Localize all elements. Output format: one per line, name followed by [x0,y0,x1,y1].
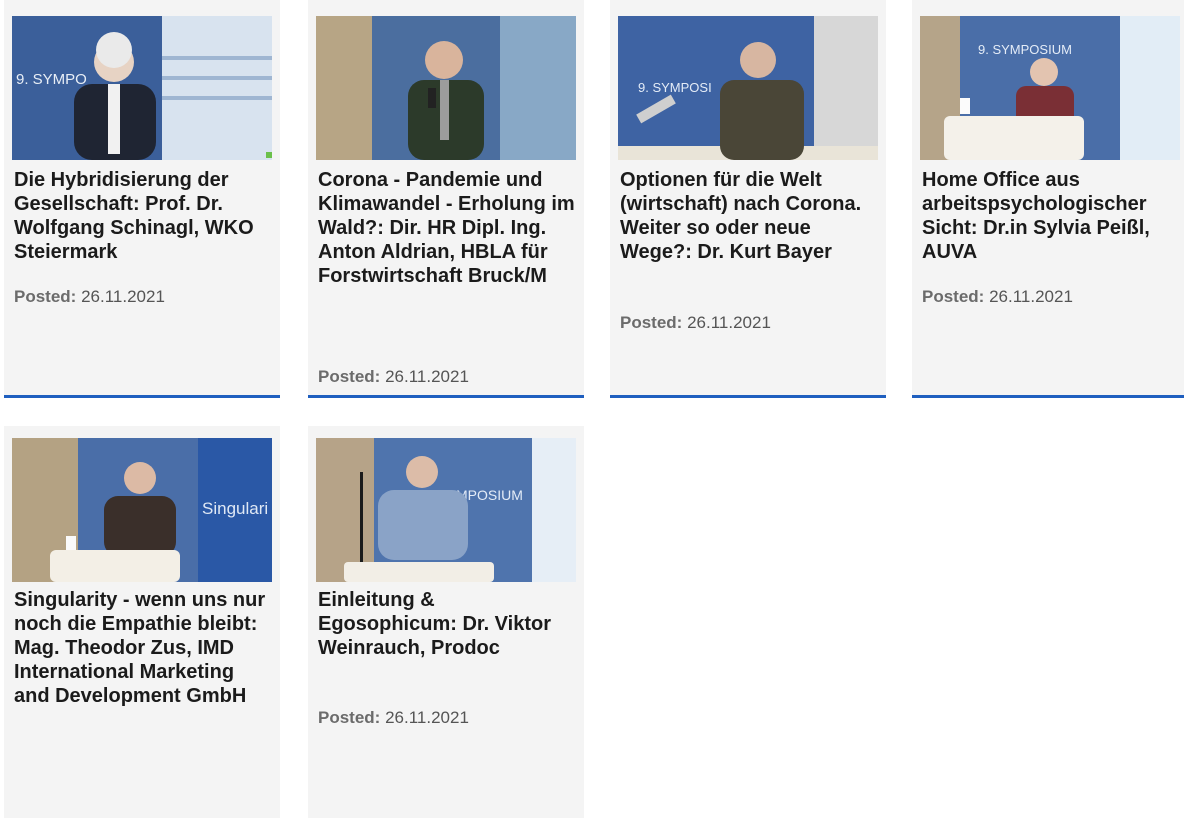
posted-info: Posted: 26.11.2021 [14,287,165,307]
svg-text:Singulari: Singulari [202,499,268,518]
posted-label: Posted: [14,287,77,306]
posted-date: 26.11.2021 [989,287,1073,306]
video-title[interactable]: Home Office aus arbeitspsychologischer S… [922,168,1180,264]
speaker-photo-icon [316,16,576,160]
video-title[interactable]: Die Hybridisierung der Gesellschaft: Pro… [14,168,272,264]
posted-info: Posted: 26.11.2021 [922,287,1073,307]
video-card[interactable]: 9. SYMPOSI Optionen für die Welt (wirtsc… [610,0,886,398]
posted-label: Posted: [922,287,985,306]
svg-text:9. SYMPOSI: 9. SYMPOSI [638,80,712,95]
posted-date: 26.11.2021 [385,708,469,727]
video-card[interactable]: MPOSIUM Einleitung & Egosophicum: Dr. Vi… [308,426,584,818]
speaker-photo-icon: MPOSIUM [316,438,576,582]
video-card[interactable]: Corona - Pandemie und Klimawandel - Erho… [308,0,584,398]
video-thumbnail[interactable]: 9. SYMPOSIUM [920,16,1180,160]
svg-text:9. SYMPO: 9. SYMPO [16,71,87,88]
posted-label: Posted: [318,367,381,386]
video-title[interactable]: Singularity - wenn uns nur noch die Empa… [14,588,272,708]
video-thumbnail[interactable]: Singulari [12,438,272,582]
video-card[interactable]: 9. SYMPOSIUM Home Office aus arbeitspsyc… [912,0,1184,398]
speaker-photo-icon: 9. SYMPOSIUM [920,16,1180,160]
video-thumbnail[interactable]: 9. SYMPOSI [618,16,878,160]
video-thumbnail[interactable]: MPOSIUM [316,438,576,582]
posted-label: Posted: [318,708,381,727]
posted-label: Posted: [620,313,683,332]
posted-info: Posted: 26.11.2021 [318,367,469,387]
video-title[interactable]: Corona - Pandemie und Klimawandel - Erho… [318,168,576,288]
svg-text:9. SYMPOSIUM: 9. SYMPOSIUM [978,42,1072,57]
speaker-photo-icon: 9. SYMPO [12,16,272,160]
video-thumbnail[interactable] [316,16,576,160]
video-card[interactable]: 9. SYMPO Die Hybridisierung der Gesellsc… [4,0,280,398]
posted-date: 26.11.2021 [385,367,469,386]
speaker-photo-icon: 9. SYMPOSI [618,16,878,160]
video-card[interactable]: Singulari Singularity - wenn uns nur noc… [4,426,280,818]
speaker-photo-icon: Singulari [12,438,272,582]
posted-date: 26.11.2021 [687,313,771,332]
posted-date: 26.11.2021 [81,287,165,306]
video-thumbnail[interactable]: 9. SYMPO [12,16,272,160]
video-title[interactable]: Einleitung & Egosophicum: Dr. Viktor Wei… [318,588,576,660]
posted-info: Posted: 26.11.2021 [318,708,469,728]
posted-info: Posted: 26.11.2021 [620,313,771,333]
video-title[interactable]: Optionen für die Welt (wirtschaft) nach … [620,168,878,264]
